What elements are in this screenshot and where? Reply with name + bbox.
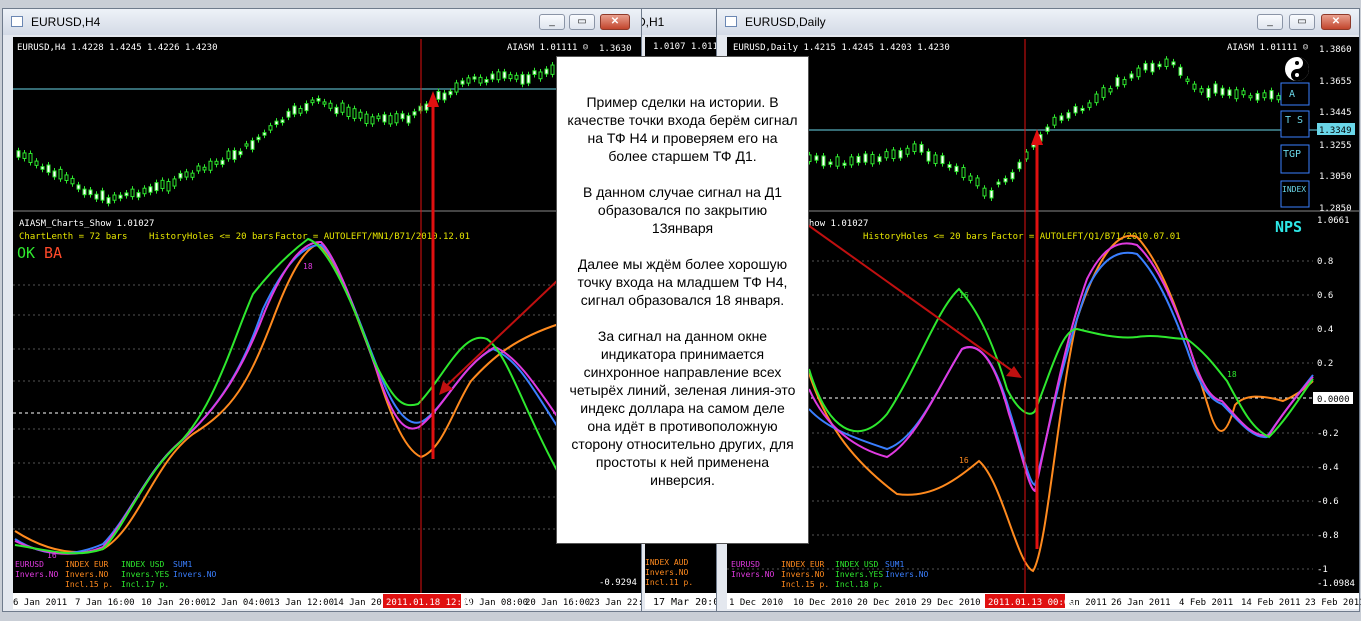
note-paragraph-3: Далее мы ждём более хорошую точку входа … [577,256,788,308]
note-paragraph-1: Пример сделки на истории. В качестве точ… [567,94,798,164]
annotation-note: Пример сделки на истории. В качестве точ… [556,56,809,544]
note-paragraph-4: За сигнал на данном окне индикатора прин… [569,328,796,488]
note-paragraph-2: В данном случае сигнал на Д1 образовался… [582,184,783,236]
